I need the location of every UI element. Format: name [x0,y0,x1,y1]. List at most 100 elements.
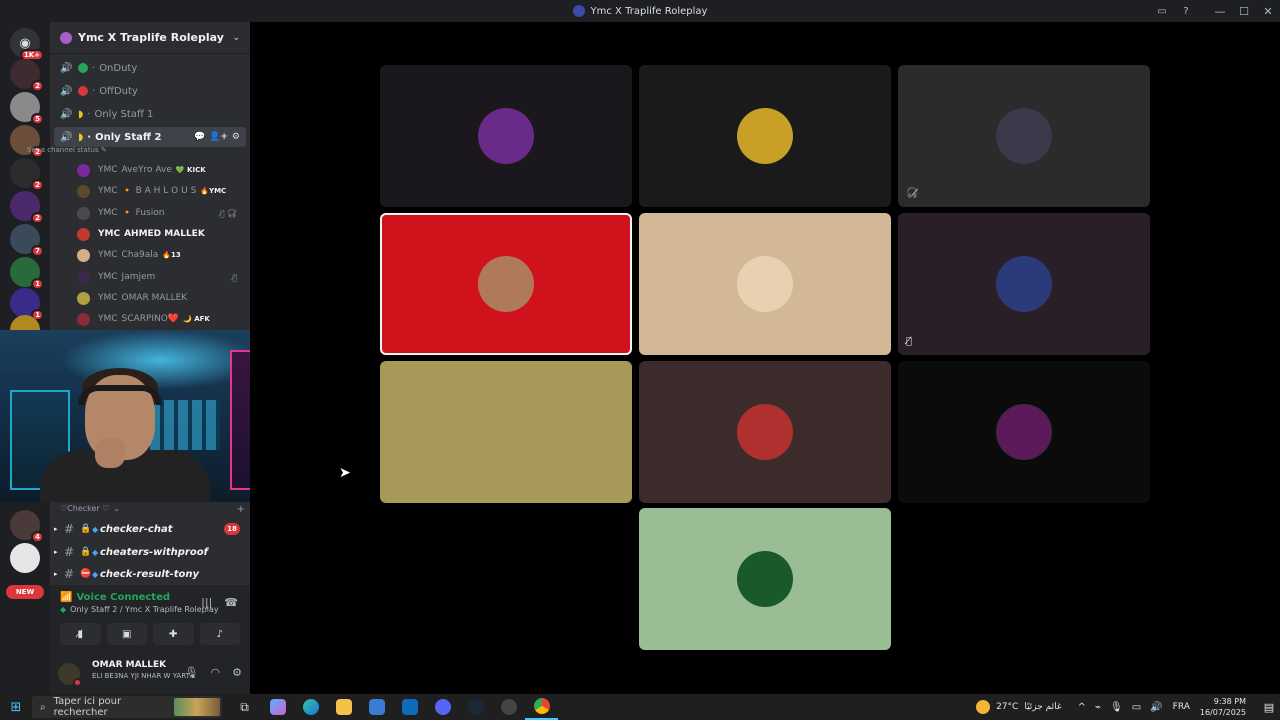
title-bar-controls: ▭ ? — ☐ ✕ [1150,0,1280,22]
text-channel-name: cheaters-withproof [100,546,208,558]
settings-gear-icon[interactable]: ⚙ [232,666,242,679]
participant-tile[interactable] [898,361,1150,503]
clock[interactable]: 9:38 PM 16/07/2025 [1200,696,1246,718]
voice-member[interactable]: YMC OMAR MALLEK [77,289,247,307]
server-header[interactable]: Ymc X Traplife Roleplay ⌄ [50,22,250,54]
username[interactable]: OMAR MALLEK [92,660,166,670]
voice-member[interactable]: YMC SCARPINO❤️ 🌙 AFK [77,310,247,328]
network-icon[interactable]: ▭ [1132,702,1141,713]
status-dot [78,86,88,96]
avatar[interactable] [58,663,82,687]
voice-channel-only-staff-2[interactable]: 🔊 ◗ · Only Staff 2 💬 👤+ ⚙ [54,127,246,147]
mic-tray-icon[interactable]: 🎙 [1110,702,1123,713]
edge-app[interactable] [294,694,327,720]
chevron-up-icon[interactable]: ^ [1078,702,1086,713]
maximize-button[interactable]: ☐ [1232,0,1256,22]
server-icon-items-7[interactable]: 1 [10,288,44,321]
notification-icon[interactable]: ▤ [1258,701,1280,714]
avatar [737,551,793,607]
headphones-icon[interactable]: ◠ [211,666,221,679]
game-app[interactable] [492,694,525,720]
participant-tile[interactable] [380,213,632,355]
soundboard-button[interactable]: ♪ [199,623,240,645]
server-icon-items-0[interactable]: 2 [10,59,44,92]
copilot-app[interactable] [261,694,294,720]
gamepad-icon: ✚ [169,628,178,640]
voice-connected-label[interactable]: 📶 Voice Connected [60,592,170,603]
server-icon-items-6[interactable]: 1 [10,257,44,290]
noise-suppression-icon[interactable]: ||| [201,596,212,609]
title-bar: Ymc X Traplife Roleplay ▭ ? — ☐ ✕ [0,0,1280,22]
mouse-cursor: ➤ [339,465,351,481]
chat-icon[interactable]: 💬 [194,132,205,142]
volume-icon[interactable]: 🔊 [1150,702,1162,713]
screen-share-button[interactable]: ▣ [106,623,147,645]
text-channel-checker-chat[interactable]: ▸ # 🔒 ◆ checker-chat 18 [54,518,250,540]
inbox-icon[interactable]: ▭ [1150,0,1174,22]
weather-widget[interactable]: 27°C غائم جزئيًا [976,700,1062,714]
server-icon-items-5[interactable]: 7 [10,224,44,257]
member-activity-tag: 🌙 AFK [183,315,210,323]
muted-icon: 🎙̸ [906,336,913,347]
avatar [478,256,534,312]
taskbar-search[interactable]: ⌕ Taper ici pour rechercher [32,696,222,718]
channel-status-hint[interactable]: Set a channel status ✎ [27,146,107,154]
discord-app[interactable] [426,694,459,720]
usb-icon[interactable]: ⌁ [1095,702,1101,713]
input-language[interactable]: FRA [1173,702,1190,712]
server-icon-lower_items-0[interactable]: 4 [10,510,44,543]
participant-tile[interactable] [639,65,891,207]
help-icon[interactable]: ? [1174,0,1198,22]
participant-tile[interactable] [380,65,632,207]
voice-member[interactable]: YMC AveYro Ave 💚 KICK [77,161,247,179]
disconnect-icon[interactable]: ☎ [224,596,238,609]
voice-channel-onduty[interactable]: 🔊 · OnDuty [54,58,246,78]
participant-tile[interactable] [639,508,891,650]
add-channel-icon[interactable]: + [237,504,245,515]
voice-channel-only-staff-1[interactable]: 🔊 ◗ · Only Staff 1 [54,104,246,124]
store-app[interactable] [360,694,393,720]
taskbar-apps: ⧉ [228,694,558,720]
voice-channel-path[interactable]: ◆ Only Staff 2 / Ymc X Traplife Roleplay [60,605,219,614]
category-checker[interactable]: ♡Checker ♡ ⌄ + [60,504,245,515]
voice-member[interactable]: YMC Jamjem 🎙̸ [77,268,247,286]
avatar [77,184,90,198]
steam-app[interactable] [459,694,492,720]
minimize-button[interactable]: — [1208,0,1232,22]
activity-button[interactable]: ✚ [153,623,194,645]
server-icon-items-1[interactable]: 5 [10,92,44,125]
member-activity-tag: 🔥13 [162,251,181,259]
voice-member[interactable]: YMC Cha9ala 🔥13 [77,246,247,264]
outlook-app[interactable] [393,694,426,720]
chrome-app[interactable] [525,694,558,720]
member-name: 🔸 B A H L O U S [121,186,197,196]
invite-icon[interactable]: 👤+ [209,132,228,142]
camera-off-button[interactable]: ▮̸ [60,623,101,645]
participant-tile[interactable] [639,361,891,503]
file-explorer-app[interactable] [327,694,360,720]
outlook-icon [401,699,418,715]
text-channel-cheaters-withproof[interactable]: ▸ # 🔒 ◆ cheaters-withproof [54,541,250,563]
start-button[interactable]: ⊞ [0,694,32,720]
server-icon-lower_items-1[interactable] [10,543,40,573]
close-button[interactable]: ✕ [1256,0,1280,22]
text-channel-check-result-tony[interactable]: ▸ # ⛔ ◆ check-result-tony [54,563,250,585]
server-icon-items-4[interactable]: 2 [10,191,44,224]
voice-member[interactable]: YMC 🔸 Fusion 🎙̸ 🎧̸ [77,204,247,222]
voice-member[interactable]: YMC 🔸 B A H L O U S 🔥YMC [77,182,247,200]
participant-tile[interactable]: 🎙̸ [898,213,1150,355]
participant-tile[interactable]: 🎧̸ [898,65,1150,207]
direct-messages-button[interactable]: ◉ 1K+ [10,28,44,61]
participant-tile[interactable] [639,213,891,355]
avatar [737,256,793,312]
chevron-right-icon: ▸ [54,570,58,578]
task-view-button[interactable]: ⧉ [228,694,261,720]
chrome-icon [533,698,550,714]
server-icon-items-3[interactable]: 2 [10,158,44,191]
voice-member[interactable]: YMC AHMED MALLEK [77,225,247,243]
participant-tile[interactable] [380,361,632,503]
microphone-icon[interactable]: 🎙 [185,666,199,679]
voice-channel-offduty[interactable]: 🔊 · OffDuty [54,81,246,101]
user-panel: OMAR MALLEK ELI BE3NA YJI NHAR W YART...… [50,655,250,694]
gear-icon[interactable]: ⚙ [232,132,240,142]
